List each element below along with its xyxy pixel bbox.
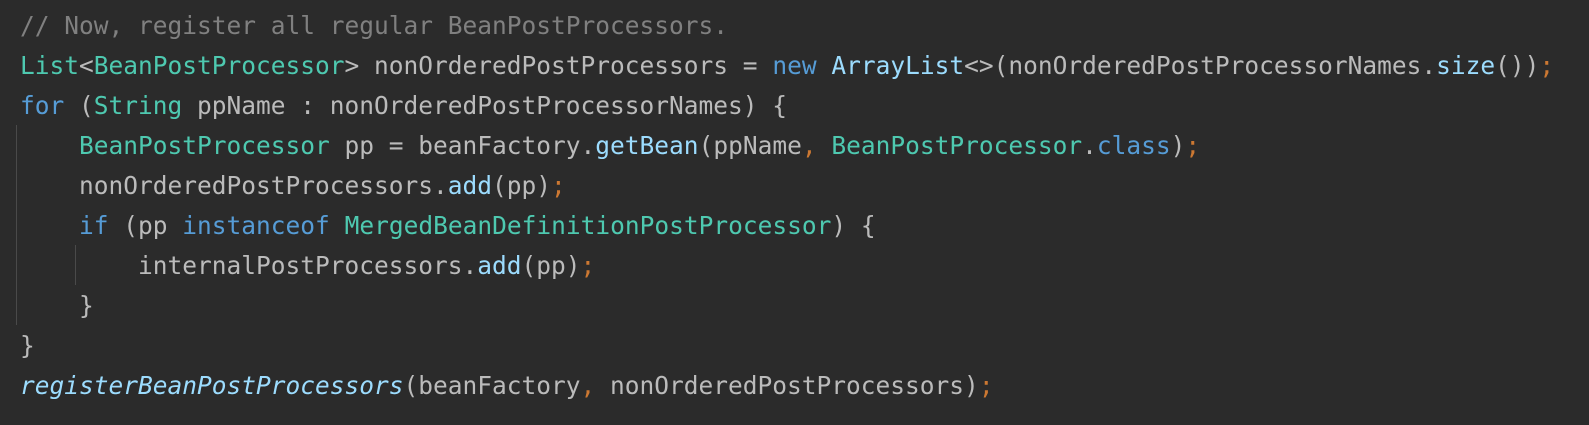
code-token: (pp (108, 211, 183, 240)
code-token: (ppName (698, 131, 802, 160)
code-line-10[interactable]: registerBeanPostProcessors(beanFactory, … (20, 366, 994, 406)
code-token: pp = beanFactory. (329, 131, 596, 160)
code-token: <>(nonOrderedPostProcessorNames. (964, 51, 1437, 80)
code-token: ; (1539, 51, 1555, 80)
code-token: List (20, 51, 80, 80)
code-token: (pp) (492, 171, 552, 200)
code-token: ) { (831, 211, 876, 240)
code-token: new (772, 51, 817, 80)
code-token: ) (1170, 131, 1186, 160)
code-line-7[interactable]: internalPostProcessors.add(pp); (20, 246, 595, 286)
code-token: nonOrderedPostProcessors) (595, 371, 979, 400)
code-token: ArrayList (831, 51, 965, 80)
code-token: , (580, 371, 596, 400)
code-token: nonOrderedPostProcessors. (20, 171, 448, 200)
code-token: // Now, register all regular BeanPostPro… (20, 11, 729, 40)
code-token: ; (1185, 131, 1201, 160)
code-token: MergedBeanDefinitionPostProcessor (344, 211, 832, 240)
code-token: size (1436, 51, 1496, 80)
code-token: class (1096, 131, 1171, 160)
code-token: ; (580, 251, 596, 280)
code-token: BeanPostProcessor (79, 131, 330, 160)
code-token: add (477, 251, 522, 280)
code-line-1[interactable]: // Now, register all regular BeanPostPro… (20, 6, 728, 46)
code-token: String (93, 91, 183, 120)
code-token: > nonOrderedPostProcessors = (344, 51, 773, 80)
code-token: ( (64, 91, 94, 120)
code-line-8[interactable]: } (20, 286, 94, 326)
code-line-6[interactable]: if (pp instanceof MergedBeanDefinitionPo… (20, 206, 876, 246)
code-token: < (79, 51, 94, 80)
code-token: BeanPostProcessor (831, 131, 1083, 160)
code-token: add (447, 171, 493, 200)
code-editor[interactable]: // Now, register all regular BeanPostPro… (0, 0, 1589, 425)
indent-guide-outer (16, 125, 17, 325)
code-token: ppName : nonOrderedPostProcessorNames) { (182, 91, 788, 120)
code-token: (beanFactory (403, 371, 581, 400)
code-token: for (20, 91, 65, 120)
code-token: ; (978, 371, 994, 400)
code-token: } (20, 291, 94, 320)
code-line-4[interactable]: BeanPostProcessor pp = beanFactory.getBe… (20, 126, 1200, 166)
code-token: instanceof (182, 211, 330, 240)
code-token: BeanPostProcessor (93, 51, 345, 80)
code-token: getBean (595, 131, 699, 160)
code-token: (pp) (521, 251, 581, 280)
code-token: } (20, 331, 35, 360)
code-line-9[interactable]: } (20, 326, 35, 366)
code-token: . (1082, 131, 1097, 160)
code-token: , (801, 131, 817, 160)
code-token: ; (551, 171, 566, 200)
code-token: internalPostProcessors. (20, 251, 478, 280)
code-token: ()) (1495, 51, 1540, 80)
code-line-5[interactable]: nonOrderedPostProcessors.add(pp); (20, 166, 566, 206)
code-line-2[interactable]: List<BeanPostProcessor> nonOrderedPostPr… (20, 46, 1554, 86)
code-line-3[interactable]: for (String ppName : nonOrderedPostProce… (20, 86, 787, 126)
code-token: registerBeanPostProcessors (20, 371, 404, 400)
code-token: if (79, 211, 109, 240)
